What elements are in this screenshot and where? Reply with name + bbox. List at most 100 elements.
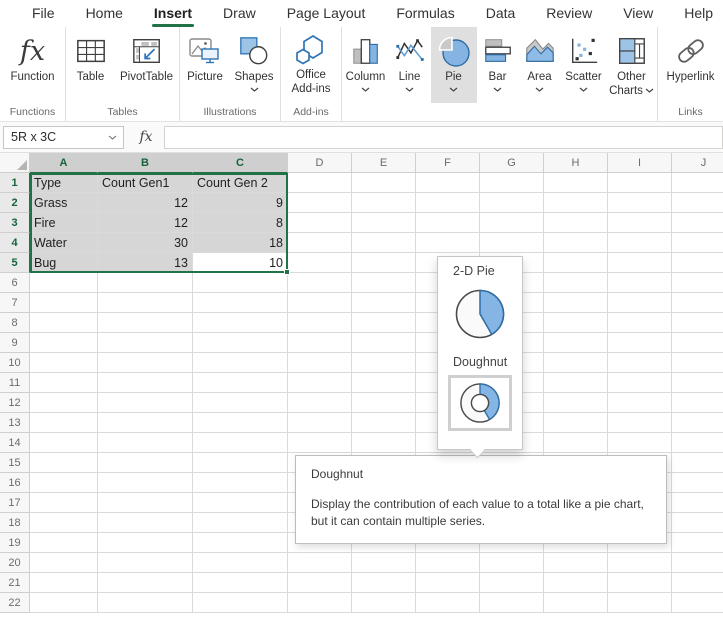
line-chart-button[interactable]: Line — [389, 27, 431, 103]
select-all-corner[interactable] — [0, 153, 30, 173]
grid-cell-B2[interactable]: 12 — [98, 193, 193, 213]
grid-cell-H21[interactable] — [544, 573, 608, 593]
row-header-4[interactable]: 4 — [0, 233, 30, 253]
grid-cell-G21[interactable] — [480, 573, 544, 593]
grid-cell-J19[interactable] — [672, 533, 723, 553]
grid-cell-C22[interactable] — [193, 593, 288, 613]
grid-cell-D12[interactable] — [288, 393, 352, 413]
formula-input[interactable] — [164, 126, 723, 149]
grid-cell-H20[interactable] — [544, 553, 608, 573]
column-header-B[interactable]: B — [98, 153, 193, 173]
grid-cell-E2[interactable] — [352, 193, 416, 213]
grid-cell-J17[interactable] — [672, 493, 723, 513]
grid-cell-I10[interactable] — [608, 353, 672, 373]
pivottable-button[interactable]: PivotTable — [115, 27, 179, 103]
grid-cell-B22[interactable] — [98, 593, 193, 613]
grid-cell-C13[interactable] — [193, 413, 288, 433]
grid-cell-A13[interactable] — [30, 413, 98, 433]
2d-pie-option[interactable] — [438, 288, 522, 340]
tab-draw[interactable]: Draw — [221, 1, 258, 27]
column-header-A[interactable]: A — [30, 153, 98, 173]
grid-cell-E20[interactable] — [352, 553, 416, 573]
grid-cell-I14[interactable] — [608, 433, 672, 453]
grid-cell-E10[interactable] — [352, 353, 416, 373]
grid-cell-A8[interactable] — [30, 313, 98, 333]
grid-cell-C15[interactable] — [193, 453, 288, 473]
grid-cell-B9[interactable] — [98, 333, 193, 353]
grid-cell-C11[interactable] — [193, 373, 288, 393]
grid-cell-A7[interactable] — [30, 293, 98, 313]
doughnut-option[interactable] — [448, 375, 512, 431]
grid-cell-I1[interactable] — [608, 173, 672, 193]
grid-cell-A10[interactable] — [30, 353, 98, 373]
row-header-13[interactable]: 13 — [0, 413, 30, 433]
row-header-6[interactable]: 6 — [0, 273, 30, 293]
grid-cell-I3[interactable] — [608, 213, 672, 233]
row-header-9[interactable]: 9 — [0, 333, 30, 353]
row-header-11[interactable]: 11 — [0, 373, 30, 393]
grid-cell-A4[interactable]: Water — [30, 233, 98, 253]
grid-cell-D5[interactable] — [288, 253, 352, 273]
grid-cell-E1[interactable] — [352, 173, 416, 193]
grid-cell-B20[interactable] — [98, 553, 193, 573]
grid-cell-H22[interactable] — [544, 593, 608, 613]
grid-cell-A2[interactable]: Grass — [30, 193, 98, 213]
tab-data[interactable]: Data — [484, 1, 518, 27]
grid-cell-J14[interactable] — [672, 433, 723, 453]
grid-cell-E14[interactable] — [352, 433, 416, 453]
grid-cell-H13[interactable] — [544, 413, 608, 433]
grid-cell-D10[interactable] — [288, 353, 352, 373]
grid-cell-J13[interactable] — [672, 413, 723, 433]
grid-cell-C6[interactable] — [193, 273, 288, 293]
row-header-18[interactable]: 18 — [0, 513, 30, 533]
grid-cell-J5[interactable] — [672, 253, 723, 273]
tab-home[interactable]: Home — [84, 1, 125, 27]
grid-cell-F3[interactable] — [416, 213, 480, 233]
grid-cell-E21[interactable] — [352, 573, 416, 593]
grid-cell-I11[interactable] — [608, 373, 672, 393]
grid-cell-J18[interactable] — [672, 513, 723, 533]
office-addins-button[interactable]: Office Add-ins — [292, 27, 331, 103]
grid-cell-B15[interactable] — [98, 453, 193, 473]
grid-cell-B14[interactable] — [98, 433, 193, 453]
column-header-D[interactable]: D — [288, 153, 352, 173]
grid-cell-A16[interactable] — [30, 473, 98, 493]
grid-cell-C10[interactable] — [193, 353, 288, 373]
grid-cell-D13[interactable] — [288, 413, 352, 433]
grid-cell-F4[interactable] — [416, 233, 480, 253]
grid-cell-G1[interactable] — [480, 173, 544, 193]
grid-cell-D6[interactable] — [288, 273, 352, 293]
grid-cell-H14[interactable] — [544, 433, 608, 453]
grid-cell-D4[interactable] — [288, 233, 352, 253]
grid-cell-H1[interactable] — [544, 173, 608, 193]
grid-cell-H4[interactable] — [544, 233, 608, 253]
grid-cell-G4[interactable] — [480, 233, 544, 253]
grid-cell-C12[interactable] — [193, 393, 288, 413]
grid-cell-D11[interactable] — [288, 373, 352, 393]
grid-cell-D8[interactable] — [288, 313, 352, 333]
grid-cell-F1[interactable] — [416, 173, 480, 193]
grid-cell-E9[interactable] — [352, 333, 416, 353]
row-header-17[interactable]: 17 — [0, 493, 30, 513]
grid-cell-I5[interactable] — [608, 253, 672, 273]
grid-cell-I20[interactable] — [608, 553, 672, 573]
grid-cell-J7[interactable] — [672, 293, 723, 313]
grid-cell-D3[interactable] — [288, 213, 352, 233]
row-header-1[interactable]: 1 — [0, 173, 30, 193]
grid-cell-J9[interactable] — [672, 333, 723, 353]
grid-cell-A18[interactable] — [30, 513, 98, 533]
grid-cell-I13[interactable] — [608, 413, 672, 433]
grid-cell-E11[interactable] — [352, 373, 416, 393]
grid-cell-C17[interactable] — [193, 493, 288, 513]
row-header-22[interactable]: 22 — [0, 593, 30, 613]
grid-cell-B5[interactable]: 13 — [98, 253, 193, 273]
grid-cell-A12[interactable] — [30, 393, 98, 413]
table-button[interactable]: Table — [67, 27, 115, 103]
grid-cell-C19[interactable] — [193, 533, 288, 553]
row-header-21[interactable]: 21 — [0, 573, 30, 593]
row-header-10[interactable]: 10 — [0, 353, 30, 373]
grid-cell-I4[interactable] — [608, 233, 672, 253]
grid-cell-G2[interactable] — [480, 193, 544, 213]
picture-button[interactable]: Picture — [181, 27, 229, 103]
grid-cell-A5[interactable]: Bug — [30, 253, 98, 273]
